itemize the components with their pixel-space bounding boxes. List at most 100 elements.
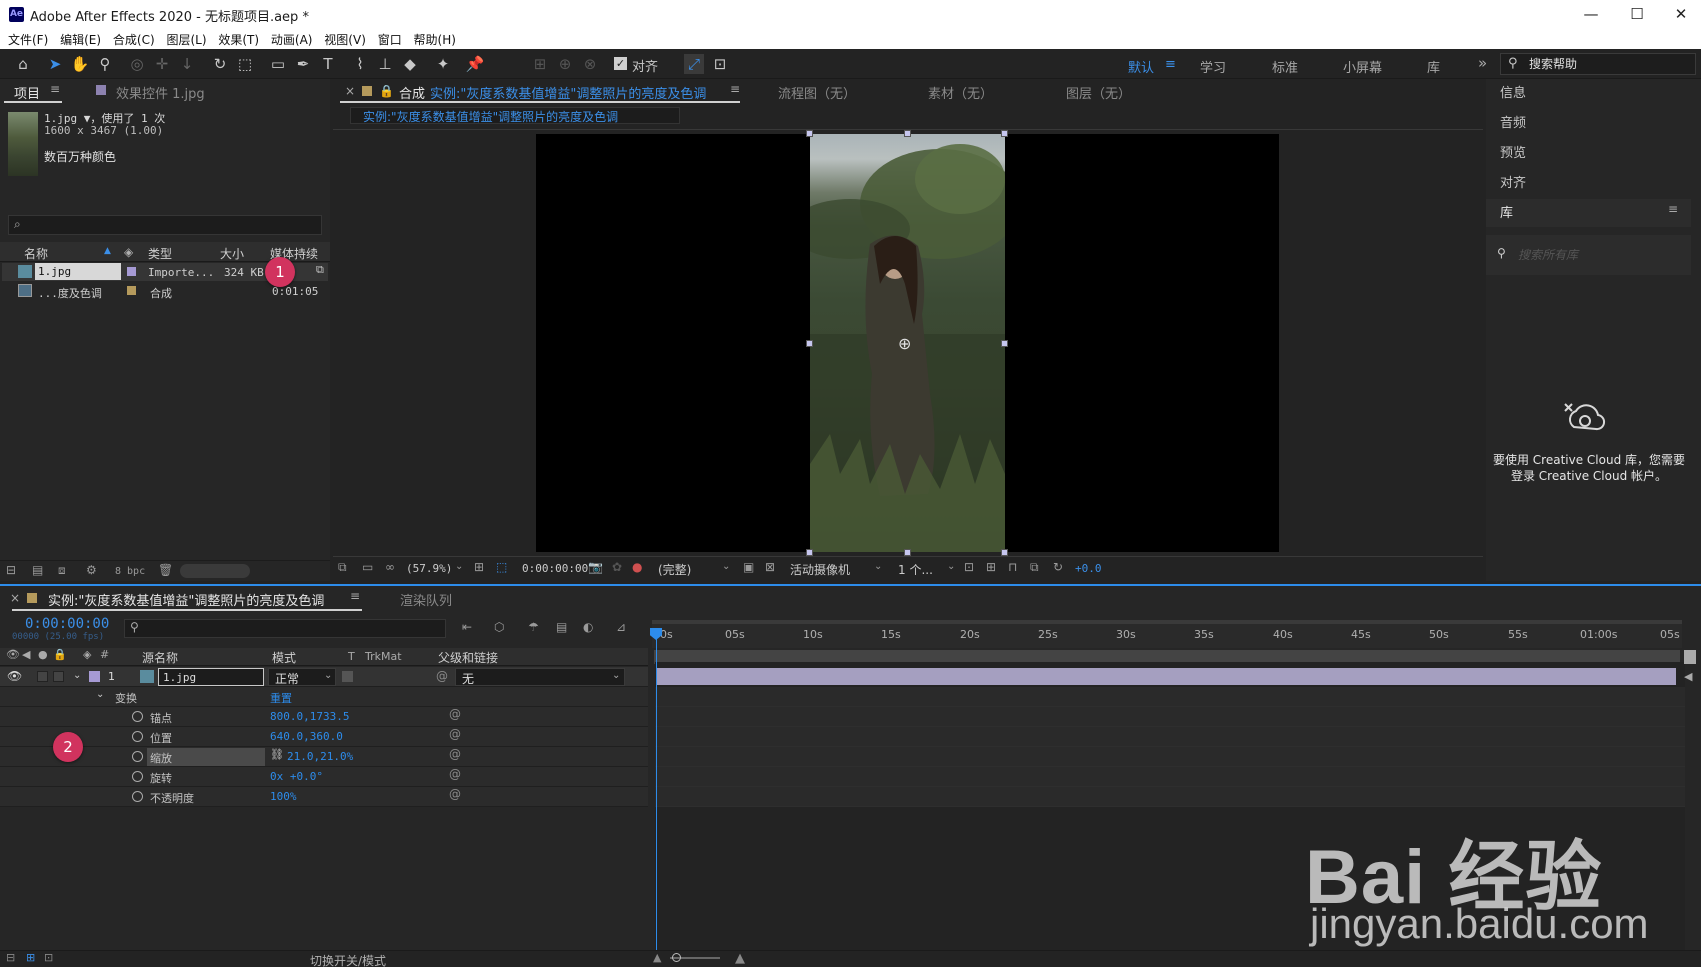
column-name[interactable]: 名称 <box>24 245 48 262</box>
clone-stamp-tool-icon[interactable]: ⊥ <box>375 54 395 74</box>
pen-tool-icon[interactable]: ✒ <box>293 54 313 74</box>
transform-handle-left[interactable] <box>806 340 813 347</box>
views-dropdown[interactable]: 1 个... <box>898 561 933 578</box>
flowchart-icon[interactable]: ⧉ <box>1030 560 1039 575</box>
transform-reset-link[interactable]: 重置 <box>270 690 292 706</box>
zoom-slider-knob[interactable] <box>672 953 681 962</box>
timeline-icon[interactable]: ⊓ <box>1008 560 1017 574</box>
zoom-tool-icon[interactable]: ⚲ <box>95 54 115 74</box>
tab-composition[interactable]: 合成 <box>399 83 425 102</box>
close-tab-icon[interactable]: × <box>10 591 20 605</box>
snap-edges-icon[interactable]: ⤢ <box>684 54 704 74</box>
panel-preview[interactable]: 预览 <box>1500 142 1526 161</box>
current-time-display[interactable]: 0:00:00:00 <box>522 562 588 575</box>
comp-flowchart-icon[interactable]: ⇤ <box>462 620 472 634</box>
chevron-down-icon[interactable]: ⌄ <box>324 670 332 681</box>
menu-layer[interactable]: 图层(L) <box>158 29 206 48</box>
property-value-position[interactable]: 640.0,360.0 <box>270 730 343 743</box>
orbit-camera-icon[interactable]: ◎ <box>127 54 147 74</box>
column-size[interactable]: 大小 <box>220 245 244 262</box>
panel-menu-icon[interactable]: ≡ <box>350 589 360 603</box>
expression-pick-whip-icon[interactable]: @ <box>449 767 461 781</box>
axis-view-icon[interactable]: ⊗ <box>580 54 600 74</box>
column-trkmat[interactable]: TrkMat <box>365 650 402 663</box>
axis-local-icon[interactable]: ⊞ <box>530 54 550 74</box>
minimize-button[interactable]: — <box>1568 0 1614 29</box>
transform-handle-right[interactable] <box>1001 340 1008 347</box>
menu-help[interactable]: 帮助(H) <box>406 29 456 48</box>
always-preview-icon[interactable]: ⧉ <box>338 560 347 575</box>
menu-edit[interactable]: 编辑(E) <box>52 29 101 48</box>
property-value-opacity[interactable]: 100% <box>270 790 297 803</box>
column-parent[interactable]: 父级和链接 <box>438 649 498 666</box>
toggle-switches-modes-button[interactable]: 切换开关/模式 <box>310 952 386 967</box>
expand-timing-icon[interactable]: ⊡ <box>44 951 53 964</box>
pick-whip-icon[interactable]: @ <box>436 669 448 683</box>
composition-name[interactable]: 实例:"灰度系数基值增益"调整照片的亮度及色调 <box>430 83 706 102</box>
preserve-transparency-toggle[interactable] <box>342 671 353 682</box>
tab-timeline-comp[interactable]: 实例:"灰度系数基值增益"调整照片的亮度及色调 <box>48 590 324 609</box>
layer-name[interactable]: 1.jpg <box>158 668 264 686</box>
menu-file[interactable]: 文件(F) <box>0 29 48 48</box>
timeline-current-time[interactable]: 0:00:00:00 <box>25 616 109 632</box>
rotation-tool-icon[interactable]: ↻ <box>210 54 230 74</box>
expand-layer-switches-icon[interactable]: ⊟ <box>6 951 15 964</box>
panel-menu-icon[interactable]: ≡ <box>730 82 740 96</box>
stopwatch-icon[interactable] <box>132 751 143 762</box>
stopwatch-icon[interactable] <box>132 731 143 742</box>
monitor-icon[interactable]: ▭ <box>362 560 373 574</box>
workspace-standard[interactable]: 标准 <box>1272 57 1298 76</box>
type-tool-icon[interactable]: T <box>318 54 338 74</box>
constrain-proportions-icon[interactable]: ⛓ <box>270 748 284 761</box>
hand-tool-icon[interactable]: ✋ <box>70 54 90 74</box>
chevron-down-icon[interactable]: ⌄ <box>947 561 955 572</box>
zoom-in-icon[interactable]: ▲ <box>735 951 745 966</box>
transparency-grid-icon[interactable]: ⊠ <box>765 560 775 574</box>
transform-handle-bottom-left[interactable] <box>806 549 813 556</box>
fast-previews-icon[interactable]: ▣ <box>743 560 754 574</box>
new-folder-icon[interactable]: ▤ <box>32 563 43 577</box>
property-value-anchor[interactable]: 800.0,1733.5 <box>270 710 349 723</box>
menu-animation[interactable]: 动画(A) <box>263 29 313 48</box>
panel-info[interactable]: 信息 <box>1500 82 1526 101</box>
selection-tool-icon[interactable]: ➤ <box>45 54 65 74</box>
toggle-pixel-aspect-icon[interactable]: ⊡ <box>964 560 974 574</box>
layer-label-swatch[interactable] <box>89 671 100 682</box>
transform-handle-top-right[interactable] <box>1001 130 1008 137</box>
lock-icon[interactable]: 🔒 <box>379 84 394 98</box>
draft-3d-icon[interactable]: ⬡ <box>494 620 504 634</box>
expand-transfer-controls-icon[interactable]: ⊞ <box>26 951 35 964</box>
expression-pick-whip-icon[interactable]: @ <box>449 747 461 761</box>
flowchart-icon[interactable]: ⧉ <box>316 263 324 277</box>
expression-pick-whip-icon[interactable]: @ <box>449 727 461 741</box>
property-value-scale[interactable]: 21.0,21.0% <box>287 750 353 763</box>
transform-handle-top[interactable] <box>904 130 911 137</box>
puppet-pin-tool-icon[interactable]: 📌 <box>465 54 485 74</box>
snapshot-camera-icon[interactable]: 📷 <box>588 560 603 574</box>
project-search-input[interactable] <box>8 215 322 235</box>
lock-toggle[interactable] <box>53 671 64 682</box>
property-row-rotation[interactable] <box>0 767 648 787</box>
tab-footage[interactable]: 素材（无） <box>928 83 993 102</box>
column-type[interactable]: 类型 <box>148 245 172 262</box>
tab-flowchart[interactable]: 流程图（无） <box>778 83 856 102</box>
camera-dropdown[interactable]: 活动摄像机 <box>790 561 850 578</box>
maximize-button[interactable]: ☐ <box>1614 0 1660 29</box>
solo-toggle[interactable] <box>37 671 48 682</box>
show-snapshot-icon[interactable]: ✿ <box>612 560 622 574</box>
rectangle-tool-icon[interactable]: ▭ <box>268 54 288 74</box>
zoom-out-icon[interactable]: ▲ <box>653 951 661 964</box>
axis-world-icon[interactable]: ⊕ <box>555 54 575 74</box>
property-value-rotation[interactable]: 0x +0.0° <box>270 770 323 783</box>
panel-menu-icon[interactable]: ≡ <box>1668 202 1678 216</box>
home-icon[interactable]: ⌂ <box>13 54 33 74</box>
chevron-down-icon[interactable]: ⌄ <box>612 670 620 681</box>
panel-menu-icon[interactable]: ≡ <box>50 82 60 96</box>
property-row-opacity[interactable] <box>0 787 648 807</box>
snap-checkbox[interactable]: ✓ <box>614 57 627 70</box>
thumbnail-slider[interactable] <box>180 564 250 578</box>
library-search-box[interactable] <box>1486 235 1691 275</box>
close-button[interactable]: ✕ <box>1658 0 1701 29</box>
comp-marker-bin[interactable] <box>1684 650 1696 664</box>
stopwatch-icon[interactable] <box>132 771 143 782</box>
